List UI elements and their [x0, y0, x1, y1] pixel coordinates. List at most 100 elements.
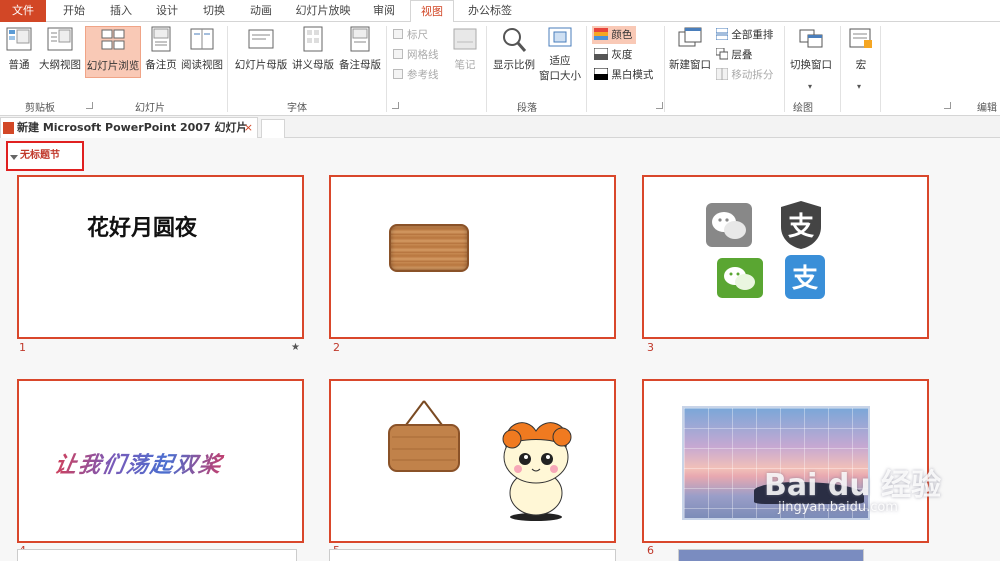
reading-view-button[interactable]: 阅读视图 — [180, 26, 224, 78]
group-label-font: 字体 — [287, 103, 307, 114]
slide-thumbnail-1[interactable]: 花好月圆夜 — [17, 175, 304, 339]
wood-sign-image — [389, 224, 469, 272]
macro-button[interactable]: 宏 — [845, 26, 877, 78]
svg-text:支: 支 — [788, 212, 814, 242]
powerpoint-file-icon — [3, 122, 14, 134]
group-label-paragraph: 段落 — [517, 103, 537, 114]
slide-master-button[interactable]: 幻灯片母版 — [233, 26, 289, 78]
notes-icon — [453, 28, 477, 50]
group-label-drawing: 绘图 — [793, 103, 813, 114]
slide-thumbnail-2[interactable] — [329, 175, 616, 339]
new-window-icon — [678, 27, 702, 47]
fit-window-icon — [548, 27, 572, 47]
slide-4-title: 让我们荡起双桨 — [52, 447, 226, 479]
slide-1-title: 花好月圆夜 — [87, 216, 198, 241]
switch-window-dropdown-icon[interactable]: ▾ — [808, 82, 812, 91]
font-launcher-icon[interactable] — [392, 102, 399, 109]
color-icon — [594, 28, 608, 40]
slide-thumbnail-9-partial[interactable] — [678, 549, 864, 561]
black-white-icon — [593, 67, 609, 81]
ruler-checkbox[interactable]: 标尺 — [393, 26, 428, 44]
alipay-blue-icon: 支 — [785, 255, 825, 299]
new-window-button[interactable]: 新建窗口 — [668, 26, 712, 78]
cascade-icon — [715, 47, 729, 60]
macro-dropdown-icon[interactable]: ▾ — [857, 82, 861, 91]
handout-master-button[interactable]: 讲义母版 — [290, 26, 336, 78]
collapse-triangle-icon[interactable] — [10, 155, 18, 160]
grayscale-icon — [593, 47, 609, 61]
notes-master-button[interactable]: 备注母版 — [337, 26, 383, 78]
ribbon-tab-bar: 文件 开始 插入 设计 切换 动画 幻灯片放映 审阅 视图 办公标签 — [0, 0, 1000, 23]
slide-thumbnail-4[interactable]: 让我们荡起双桨 — [17, 379, 304, 543]
handout-master-icon — [303, 26, 323, 52]
baidu-watermark-url: jingyan.baidu.com — [778, 500, 898, 515]
move-split-button[interactable]: 移动拆分 — [715, 66, 773, 84]
group-label-edit: 编辑 — [977, 103, 997, 114]
slide-thumbnail-3[interactable]: 支 支 — [642, 175, 929, 339]
drawing-launcher-icon[interactable] — [944, 102, 951, 109]
switch-window-icon — [799, 29, 823, 48]
slide-number-6: 6 — [647, 544, 654, 557]
clipboard-launcher-icon[interactable] — [86, 102, 93, 109]
paragraph-launcher-icon[interactable] — [656, 102, 663, 109]
tab-insert[interactable]: 插入 — [100, 0, 142, 22]
slide-number-2: 2 — [333, 341, 340, 354]
switch-window-button[interactable]: 切换窗口 — [788, 26, 834, 78]
transition-star-icon[interactable]: ★ — [291, 342, 300, 353]
wechat-green-icon — [717, 258, 763, 298]
slide-sorter-button[interactable]: 幻灯片浏览 — [85, 26, 141, 78]
close-tab-icon[interactable]: × — [244, 118, 253, 138]
gridlines-checkbox[interactable]: 网格线 — [393, 46, 439, 64]
tab-animations[interactable]: 动画 — [240, 0, 282, 22]
notes-page-icon — [151, 26, 171, 52]
wechat-gray-icon — [706, 203, 752, 247]
arrange-all-icon — [715, 27, 729, 41]
new-tab-button[interactable] — [261, 119, 285, 138]
svg-text:支: 支 — [792, 264, 818, 294]
slide-thumbnail-5[interactable] — [329, 379, 616, 543]
grayscale-button[interactable]: 灰度 — [593, 46, 632, 64]
slide-number-3: 3 — [647, 341, 654, 354]
reading-view-icon — [190, 28, 214, 50]
macro-icon — [849, 28, 872, 48]
normal-view-button[interactable]: 普通 — [4, 26, 34, 78]
zoom-button[interactable]: 显示比例 — [491, 26, 537, 78]
alipay-gray-icon: 支 — [781, 201, 821, 249]
hanging-wood-sign-image — [388, 400, 460, 472]
fit-to-window-button[interactable]: 适应 窗口大小 — [538, 26, 582, 82]
document-tab-bar: 新建 Microsoft PowerPoint 2007 幻灯片 (2) × — [0, 116, 1000, 154]
color-mode-button[interactable]: 颜色 — [592, 26, 636, 44]
normal-view-icon — [6, 27, 32, 51]
slide-master-icon — [248, 29, 274, 49]
tab-slideshow[interactable]: 幻灯片放映 — [288, 0, 358, 22]
magnifier-icon — [503, 28, 527, 52]
group-label-clipboard: 剪贴板 — [25, 103, 55, 114]
document-tab[interactable]: 新建 Microsoft PowerPoint 2007 幻灯片 (2) × — [0, 117, 258, 154]
notes-page-button[interactable]: 备注页 — [143, 26, 179, 78]
notes-button[interactable]: 笔记 — [449, 26, 481, 78]
tab-home[interactable]: 开始 — [52, 0, 96, 22]
hamster-cartoon-image — [502, 422, 572, 521]
section-header[interactable]: 无标题节 — [6, 141, 84, 171]
ribbon: 普通 大纲视图 幻灯片浏览 备注页 阅读视图 幻灯片母版 讲义母版 备注母版 标… — [0, 22, 1000, 116]
cascade-button[interactable]: 层叠 — [715, 46, 752, 64]
slide-sorter-pane: 无标题节 花好月圆夜 1 ★ 2 支 支 3 让我们荡起双桨 4 — [0, 138, 1000, 561]
notes-master-icon — [350, 26, 370, 52]
guides-checkbox[interactable]: 参考线 — [393, 66, 439, 84]
baidu-watermark-logo: Bai du 经验 — [764, 468, 942, 503]
tab-transitions[interactable]: 切换 — [193, 0, 235, 22]
slide-thumbnail-7-partial[interactable] — [17, 549, 297, 561]
tab-design[interactable]: 设计 — [146, 0, 188, 22]
tab-file[interactable]: 文件 — [0, 0, 46, 22]
black-white-button[interactable]: 黑白模式 — [593, 66, 653, 84]
outline-view-icon — [47, 27, 73, 51]
slide-thumbnail-8-partial[interactable] — [329, 549, 616, 561]
tab-review[interactable]: 审阅 — [363, 0, 405, 22]
move-split-icon — [715, 67, 729, 81]
arrange-all-button[interactable]: 全部重排 — [715, 26, 773, 44]
tab-view[interactable]: 视图 — [410, 0, 454, 23]
group-label-slides: 幻灯片 — [135, 103, 165, 114]
outline-view-button[interactable]: 大纲视图 — [37, 26, 83, 78]
tab-office-tabs[interactable]: 办公标签 — [460, 0, 520, 22]
slide-number-1: 1 — [19, 341, 26, 354]
